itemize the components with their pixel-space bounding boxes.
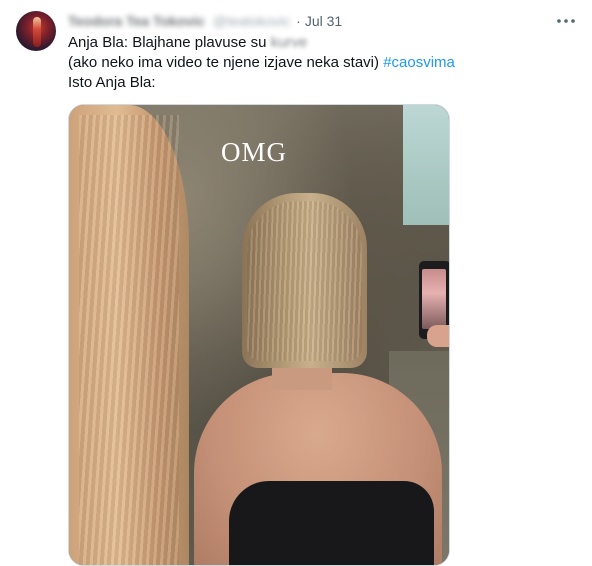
sky-patch [403, 105, 449, 225]
tweet-date[interactable]: Jul 31 [305, 13, 342, 29]
tweet[interactable]: Teodora Tea Tokovic @teatokovic · Jul 31… [0, 0, 592, 566]
black-top [229, 481, 434, 565]
more-horizontal-icon [557, 19, 575, 23]
media-overlay-text: OMG [221, 137, 288, 167]
line2-prefix: (ako neko ima video te njene izjave neka… [68, 54, 380, 71]
tweet-header: Teodora Tea Tokovic @teatokovic · Jul 31 [68, 11, 342, 31]
tweet-text-line-2: (ako neko ima video te njene izjave neka… [68, 53, 568, 73]
author-handle[interactable]: @teatokovic [213, 13, 290, 29]
hand [427, 325, 449, 347]
phone-screen [422, 269, 446, 329]
tweet-text: Anja Bla: Blajhane plavuse su kurve (ako… [68, 33, 568, 93]
hashtag-link[interactable]: #caosvima [383, 54, 455, 71]
avatar-figure [33, 17, 41, 47]
separator-dot: · [296, 13, 301, 29]
tweet-media-image[interactable]: OMG [68, 104, 450, 566]
tweet-text-line-3: Isto Anja Bla: [68, 74, 156, 91]
more-options-icon[interactable] [556, 12, 576, 30]
author-name[interactable]: Teodora Tea Tokovic [68, 13, 205, 29]
bob-hair-texture [247, 201, 362, 361]
tweet-text-line-1: Anja Bla: Blajhane plavuse su kurve [68, 33, 568, 53]
line1-prefix: Anja Bla: Blajhane plavuse su [68, 34, 267, 51]
blurred-word: kurve [270, 34, 308, 51]
avatar[interactable] [16, 11, 56, 51]
foreground-hair-texture [79, 115, 179, 565]
